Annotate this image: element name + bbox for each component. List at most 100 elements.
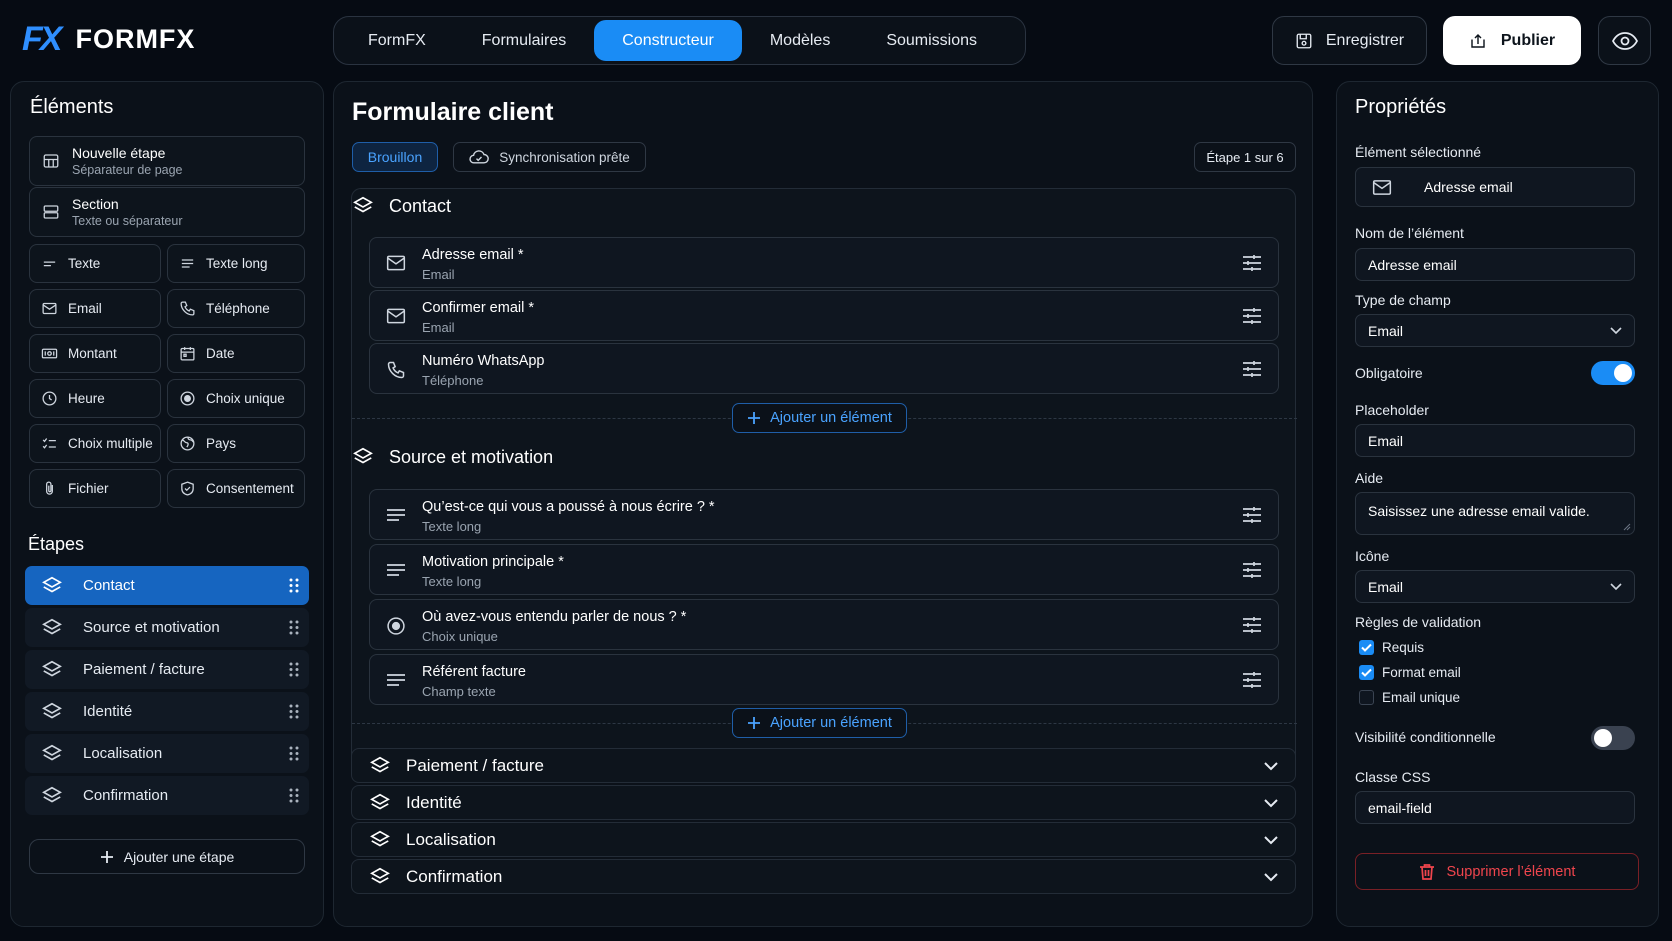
money-icon	[41, 345, 58, 362]
step-identite[interactable]: Identité	[25, 692, 309, 731]
field-numero-whatsapp[interactable]: Numéro WhatsApp Téléphone	[369, 343, 1279, 394]
chevron-down-icon[interactable]	[1263, 796, 1279, 810]
field-entendu-parler[interactable]: Où avez-vous entendu parler de nous ? * …	[369, 599, 1279, 650]
tab-formulaires[interactable]: Formulaires	[454, 20, 594, 61]
publish-button[interactable]: Publier	[1443, 16, 1581, 65]
section-collapsed-paiement[interactable]: Paiement / facture	[351, 748, 1296, 783]
element-date[interactable]: Date	[167, 334, 305, 373]
step-paiement[interactable]: Paiement / facture	[25, 650, 309, 689]
section-header-source[interactable]: Source et motivation	[352, 446, 553, 468]
help-textarea[interactable]: Saisissez une adresse email valide.	[1355, 492, 1635, 535]
drag-handle-icon[interactable]	[289, 662, 299, 677]
drag-handle-icon[interactable]	[289, 746, 299, 761]
form-canvas: Formulaire client Brouillon Synchronisat…	[333, 81, 1313, 927]
drag-handle-icon[interactable]	[289, 704, 299, 719]
sliders-icon[interactable]	[1242, 671, 1262, 689]
field-confirmer-email[interactable]: Confirmer email * Email	[369, 290, 1279, 341]
add-element-button[interactable]: Ajouter un élément	[732, 708, 907, 738]
name-input[interactable]: Adresse email	[1355, 248, 1635, 281]
element-new-step[interactable]: Nouvelle étape Séparateur de page	[29, 136, 305, 186]
rule-label: Requis	[1382, 640, 1425, 655]
section-icon	[42, 203, 60, 221]
rule-label: Email unique	[1382, 690, 1461, 705]
section-collapsed-confirmation[interactable]: Confirmation	[351, 859, 1296, 894]
page-break-icon	[42, 152, 60, 170]
checkbox-checked[interactable]	[1359, 665, 1374, 680]
type-select[interactable]: Email	[1355, 314, 1635, 347]
placeholder-input[interactable]: Email	[1355, 424, 1635, 457]
app-logo[interactable]: FX FORMFX	[22, 22, 195, 56]
selected-element: Adresse email	[1355, 167, 1635, 207]
section-title: Paiement / facture	[406, 755, 544, 775]
sliders-icon[interactable]	[1242, 616, 1262, 634]
logo-mark: FX	[22, 20, 62, 58]
section-header-contact[interactable]: Contact	[352, 195, 451, 217]
field-adresse-email[interactable]: Adresse email * Email	[369, 237, 1279, 288]
drag-handle-icon[interactable]	[289, 620, 299, 635]
field-referent-facture[interactable]: Référent facture Champ texte	[369, 654, 1279, 705]
drag-handle-icon[interactable]	[289, 788, 299, 803]
drag-handle-icon[interactable]	[289, 578, 299, 593]
element-section[interactable]: Section Texte ou séparateur	[29, 187, 305, 237]
layers-icon	[352, 195, 374, 217]
step-contact[interactable]: Contact	[25, 566, 309, 605]
add-element-button[interactable]: Ajouter un élément	[732, 403, 907, 433]
conditional-toggle[interactable]	[1591, 726, 1635, 750]
css-input[interactable]: email-field	[1355, 791, 1635, 824]
rule-requis[interactable]: Requis	[1359, 640, 1424, 655]
layers-icon	[41, 575, 63, 597]
name-label: Nom de l’élément	[1355, 225, 1464, 241]
chevron-down-icon[interactable]	[1263, 759, 1279, 773]
field-motivation-principale[interactable]: Motivation principale * Texte long	[369, 544, 1279, 595]
delete-element-button[interactable]: Supprimer l’élément	[1355, 853, 1639, 890]
checkbox-checked[interactable]	[1359, 640, 1374, 655]
sliders-icon[interactable]	[1242, 506, 1262, 524]
element-consentement[interactable]: Consentement	[167, 469, 305, 508]
section-collapsed-identite[interactable]: Identité	[351, 785, 1296, 820]
element-choix-multiple[interactable]: Choix multiple	[29, 424, 161, 463]
element-telephone[interactable]: Téléphone	[167, 289, 305, 328]
preview-button[interactable]	[1598, 16, 1651, 65]
add-step-button[interactable]: Ajouter une étape	[29, 839, 305, 874]
element-label: Consentement	[206, 481, 294, 496]
element-texte-long[interactable]: Texte long	[167, 244, 305, 283]
step-source-motivation[interactable]: Source et motivation	[25, 608, 309, 647]
checkbox-unchecked[interactable]	[1359, 690, 1374, 705]
element-montant[interactable]: Montant	[29, 334, 161, 373]
tab-constructeur[interactable]: Constructeur	[594, 20, 742, 61]
tab-formfx[interactable]: FormFX	[340, 20, 454, 61]
rule-email-unique[interactable]: Email unique	[1359, 690, 1460, 705]
sliders-icon[interactable]	[1242, 254, 1262, 272]
element-fichier[interactable]: Fichier	[29, 469, 161, 508]
tab-modeles[interactable]: Modèles	[742, 20, 858, 61]
selected-label: Élément sélectionné	[1355, 144, 1482, 160]
element-pays[interactable]: Pays	[167, 424, 305, 463]
field-pourquoi-ecrire[interactable]: Qu’est-ce qui vous a poussé à nous écrir…	[369, 489, 1279, 540]
layers-icon	[41, 743, 63, 765]
field-label: Motivation principale *	[422, 554, 564, 570]
element-choix-unique[interactable]: Choix unique	[167, 379, 305, 418]
field-label: Confirmer email *	[422, 300, 534, 316]
main-nav: FormFX Formulaires Constructeur Modèles …	[333, 16, 1026, 65]
element-heure[interactable]: Heure	[29, 379, 161, 418]
save-button[interactable]: Enregistrer	[1272, 16, 1427, 65]
cloud-icon	[469, 149, 490, 165]
rule-format-email[interactable]: Format email	[1359, 665, 1461, 680]
section-collapsed-localisation[interactable]: Localisation	[351, 822, 1296, 857]
sliders-icon[interactable]	[1242, 561, 1262, 579]
required-toggle[interactable]	[1591, 361, 1635, 385]
element-texte[interactable]: Texte	[29, 244, 161, 283]
step-confirmation[interactable]: Confirmation	[25, 776, 309, 815]
field-type: Champ texte	[422, 684, 496, 699]
element-email[interactable]: Email	[29, 289, 161, 328]
resize-handle-icon[interactable]	[1623, 523, 1631, 531]
icon-select[interactable]: Email	[1355, 570, 1635, 603]
chevron-down-icon[interactable]	[1263, 833, 1279, 847]
chevron-down-icon[interactable]	[1263, 870, 1279, 884]
add-element-label: Ajouter un élément	[770, 410, 892, 426]
element-label: Téléphone	[206, 301, 270, 316]
sliders-icon[interactable]	[1242, 307, 1262, 325]
tab-soumissions[interactable]: Soumissions	[858, 20, 1005, 61]
sliders-icon[interactable]	[1242, 360, 1262, 378]
step-localisation[interactable]: Localisation	[25, 734, 309, 773]
